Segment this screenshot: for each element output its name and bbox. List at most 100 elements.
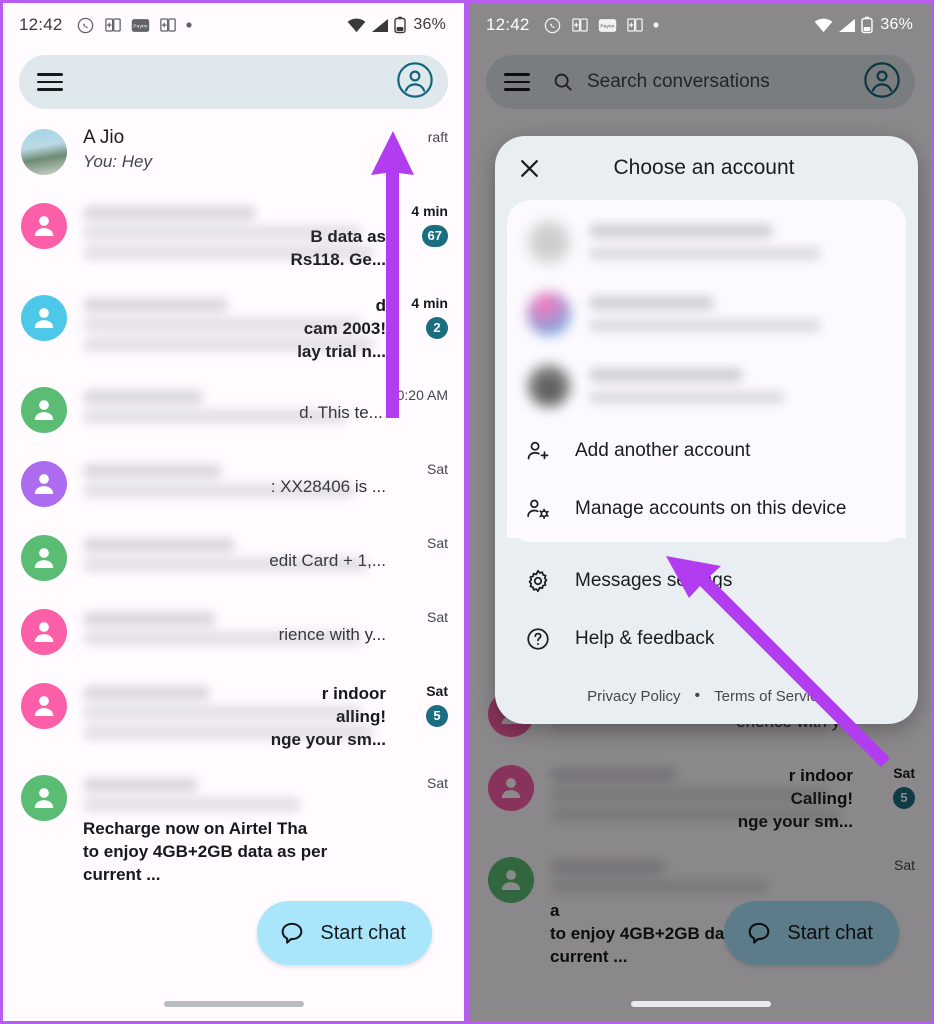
redacted-name <box>83 206 256 220</box>
conversation-name: A Jio <box>83 127 125 148</box>
list-item[interactable]: r indoor alling! nge your sm... Sat 5 <box>3 669 464 761</box>
unread-badge: 2 <box>426 317 448 339</box>
redacted-line <box>83 557 368 572</box>
conversation-meta: Sat <box>392 457 448 477</box>
hamburger-icon[interactable] <box>37 73 63 91</box>
redacted-name <box>83 390 203 404</box>
list-item[interactable]: rience with y... Sat <box>3 595 464 669</box>
redacted-name <box>83 464 223 478</box>
battery-percent: 36% <box>413 16 446 33</box>
privacy-policy-link[interactable]: Privacy Policy <box>587 688 680 705</box>
list-item[interactable]: A Jio You: Hey raft <box>3 115 464 189</box>
conversation-body: d. This te... <box>67 383 389 424</box>
dialog-spacer <box>495 542 918 552</box>
hamburger-icon[interactable] <box>504 73 530 91</box>
redacted-line <box>83 337 374 352</box>
manage-accounts-menu-item[interactable]: Manage accounts on this device <box>507 480 906 538</box>
search-icon <box>552 71 574 93</box>
conversation-body: edit Card + 1,... <box>67 531 392 572</box>
conversation-meta: 10:20 AM <box>389 383 448 403</box>
conversation-time: 4 min <box>411 295 448 311</box>
status-time: 12:42 <box>19 15 63 34</box>
redacted-line <box>83 797 302 812</box>
conversation-body: r indoor alling! nge your sm... <box>67 679 392 751</box>
choose-account-dialog: Choose an account Add another account Ma… <box>495 136 918 724</box>
conversation-time: Sat <box>426 535 448 551</box>
redacted-line <box>550 807 841 822</box>
list-item[interactable]: d. This te... 10:20 AM <box>3 373 464 447</box>
avatar <box>21 203 67 249</box>
signal-icon <box>371 18 389 33</box>
conversation-time: Sat <box>426 461 448 477</box>
account-row[interactable] <box>507 350 906 422</box>
avatar <box>21 129 67 175</box>
manage-accounts-icon <box>525 496 555 522</box>
chat-bubble-icon <box>279 920 305 946</box>
search-input-right[interactable]: Search conversations <box>587 71 863 93</box>
start-chat-fab-left[interactable]: Start chat <box>257 901 432 965</box>
search-bar-left[interactable] <box>19 55 448 109</box>
terms-of-service-link[interactable]: Terms of Service <box>714 688 826 705</box>
avatar <box>527 220 571 264</box>
battery-percent: 36% <box>880 16 913 33</box>
battery-icon <box>861 16 874 34</box>
conversation-meta: Sat <box>859 853 915 873</box>
list-item[interactable]: edit Card + 1,... Sat <box>3 521 464 595</box>
messages-settings-menu-item[interactable]: Messages settings <box>495 552 918 610</box>
conversation-time: Sat <box>426 609 448 625</box>
list-item[interactable]: Recharge now on Airtel Tha to enjoy 4GB+… <box>3 761 464 896</box>
redacted-line <box>83 245 374 260</box>
redacted-line <box>550 787 829 802</box>
account-name-redacted <box>589 296 714 310</box>
status-bar-right: 12:42 Paytm 36% <box>470 3 931 47</box>
redacted-line <box>550 879 769 894</box>
paytm-icon: Paytm <box>131 18 150 33</box>
gear-icon <box>525 568 555 594</box>
account-circle-icon[interactable] <box>863 61 901 104</box>
left-phone-panel: 12:42 Paytm 36% A Jio You: Hey raft B da… <box>0 0 467 1024</box>
avatar <box>21 609 67 655</box>
list-item[interactable]: r indoor Calling! nge your sm... Sat 5 <box>470 751 931 843</box>
account-row[interactable] <box>507 206 906 278</box>
status-bar-right-icons: 36% <box>814 16 913 34</box>
status-bar-left-icons: 12:42 Paytm <box>486 15 659 35</box>
account-email-redacted <box>589 391 786 404</box>
add-another-account-menu-item[interactable]: Add another account <box>507 422 906 480</box>
dialog-footer: Privacy Policy • Terms of Service <box>495 668 918 724</box>
redacted-line <box>83 225 362 240</box>
conversation-body: r indoor Calling! nge your sm... <box>534 761 859 833</box>
dot-icon <box>652 22 659 28</box>
account-text <box>571 224 886 260</box>
conversation-body: Recharge now on Airtel Tha to enjoy 4GB+… <box>67 771 392 886</box>
avatar <box>21 461 67 507</box>
status-time: 12:42 <box>486 15 530 34</box>
list-item[interactable]: d cam 2003! lay trial n... 4 min 2 <box>3 281 464 373</box>
search-bar-right[interactable]: Search conversations <box>486 55 915 109</box>
account-row[interactable] <box>507 278 906 350</box>
redacted-line <box>83 631 362 646</box>
conversation-time: Sat <box>426 775 448 791</box>
account-email-redacted <box>589 247 821 260</box>
list-item[interactable]: B data as Rs118. Ge... 4 min 67 <box>3 189 464 281</box>
account-circle-icon[interactable] <box>396 61 434 104</box>
start-chat-label: Start chat <box>320 921 406 944</box>
list-item[interactable]: : XX28406 is ... Sat <box>3 447 464 521</box>
avatar <box>488 857 534 903</box>
close-icon[interactable] <box>517 156 542 181</box>
conversation-meta: Sat <box>392 531 448 551</box>
menu-item-label: Add another account <box>575 440 751 461</box>
dialog-title: Choose an account <box>613 156 795 179</box>
conversation-body: : XX28406 is ... <box>67 457 392 498</box>
status-bar-left: 12:42 Paytm 36% <box>3 3 464 47</box>
whatsapp-icon <box>76 16 95 35</box>
help-feedback-menu-item[interactable]: Help & feedback <box>495 610 918 668</box>
avatar <box>21 775 67 821</box>
start-chat-fab-right[interactable]: Start chat <box>724 901 899 965</box>
paytm-icon: Paytm <box>598 18 617 33</box>
conversation-body: d cam 2003! lay trial n... <box>67 291 392 363</box>
conversation-meta: Sat <box>392 605 448 625</box>
conversation-meta: 4 min 67 <box>392 199 448 247</box>
avatar <box>527 364 571 408</box>
avatar <box>21 387 67 433</box>
unread-badge: 67 <box>421 225 448 247</box>
